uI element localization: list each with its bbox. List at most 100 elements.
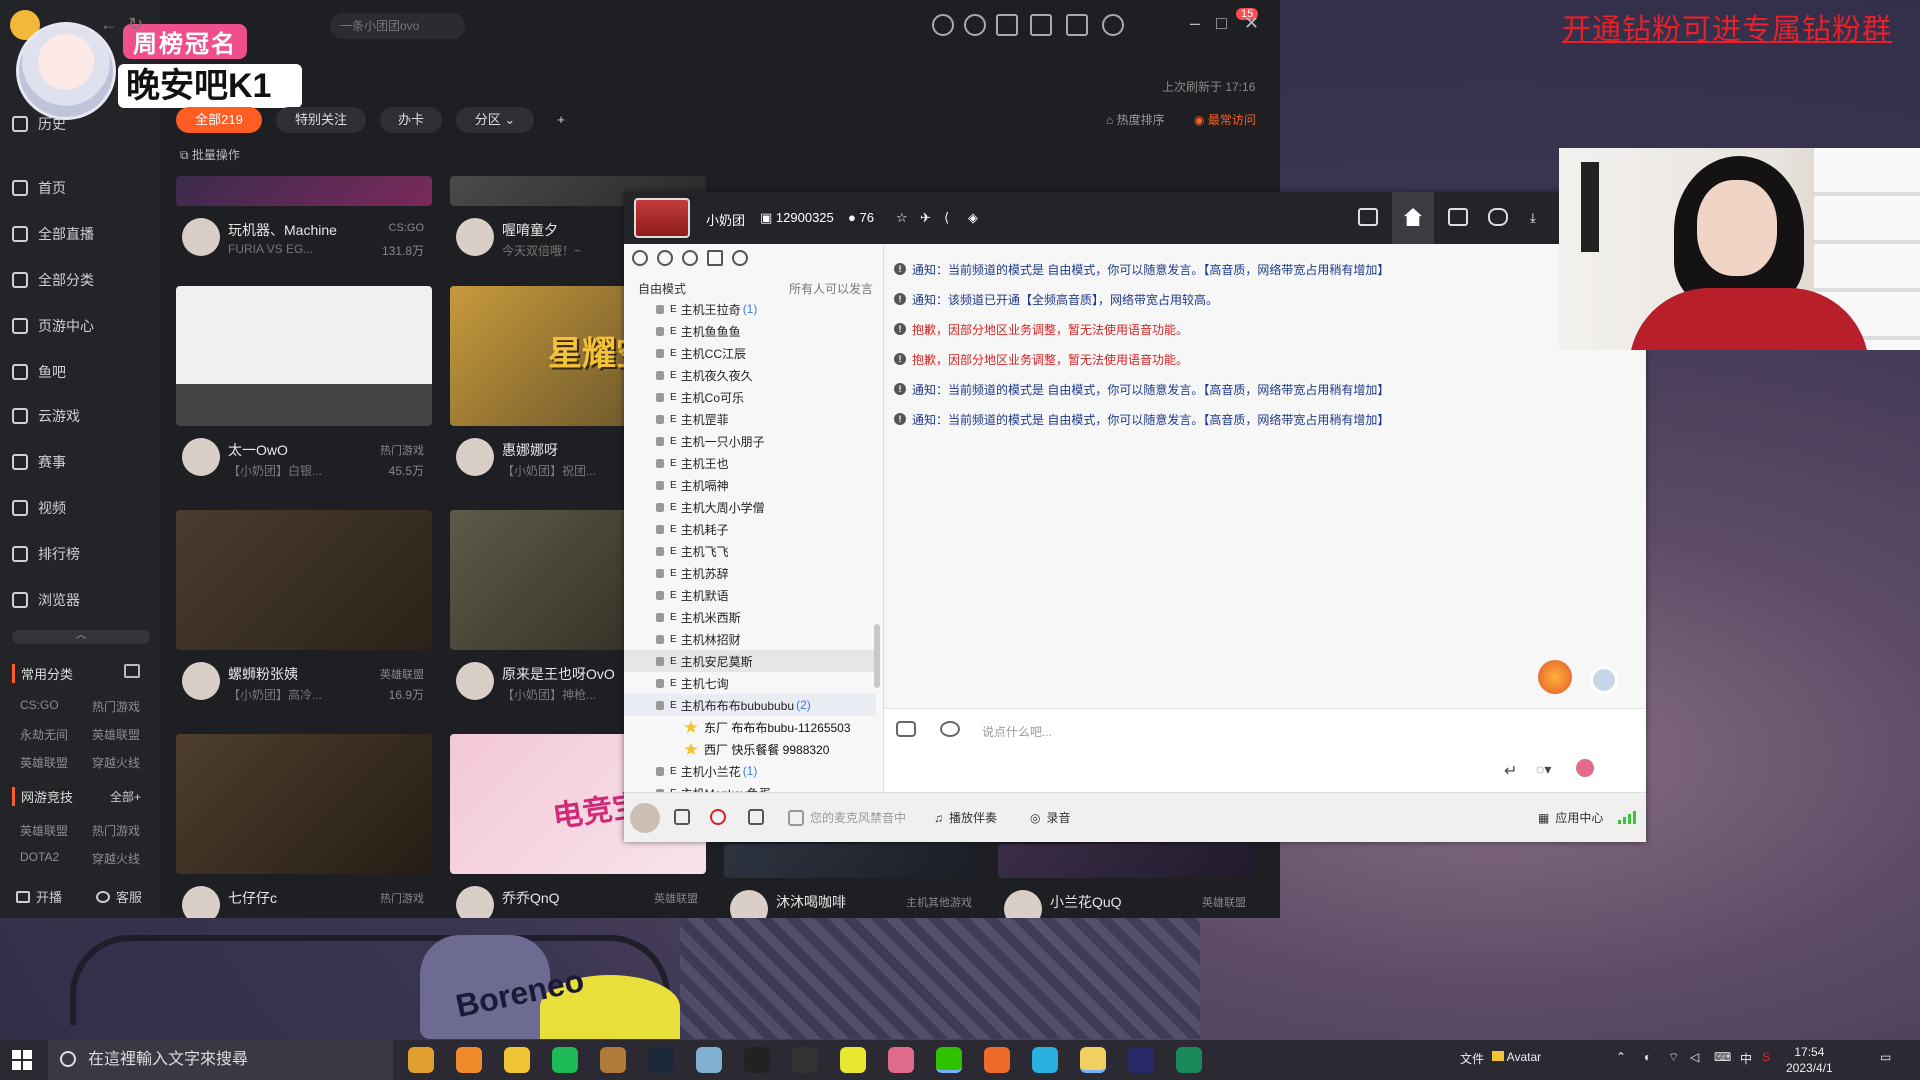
sub-channel[interactable]: E 主机罡菲 bbox=[624, 408, 876, 430]
stream-thumbnail[interactable] bbox=[724, 844, 980, 878]
netgame-all-link[interactable]: 全部+ bbox=[110, 788, 141, 805]
plane-icon[interactable]: ✈ bbox=[920, 210, 931, 226]
file-explorer-icon[interactable] bbox=[504, 1047, 530, 1073]
netgame-cat[interactable]: 英雄联盟 bbox=[20, 822, 68, 839]
list-icon[interactable] bbox=[1448, 208, 1468, 226]
taskbar-search[interactable]: 在這裡輸入文字來搜尋 bbox=[48, 1040, 393, 1080]
sub-channel[interactable]: E 主机默语 bbox=[624, 584, 876, 606]
channel-member[interactable]: 西厂 快乐餐餐 9988320 bbox=[624, 738, 876, 760]
douyu-app-icon[interactable] bbox=[456, 1047, 482, 1073]
app-icon[interactable] bbox=[888, 1047, 914, 1073]
streamer-avatar[interactable] bbox=[182, 886, 220, 918]
stream-thumbnail[interactable] bbox=[176, 176, 432, 206]
gamepad-icon[interactable] bbox=[1488, 208, 1508, 226]
task-icon[interactable] bbox=[996, 14, 1018, 36]
sub-channel[interactable]: E 主机布布布bubububu (2) bbox=[624, 694, 876, 716]
location-icon[interactable] bbox=[682, 250, 698, 266]
stream-thumbnail[interactable] bbox=[176, 286, 432, 426]
support-button[interactable]: 客服 bbox=[96, 887, 142, 906]
volume-icon[interactable]: ◁ bbox=[1690, 1050, 1699, 1064]
sub-channel[interactable]: E 主机大周小学僧 bbox=[624, 496, 876, 518]
streamer-avatar[interactable] bbox=[1004, 890, 1042, 918]
home-icon[interactable] bbox=[1392, 192, 1434, 244]
obs-icon[interactable] bbox=[792, 1047, 818, 1073]
app-icon[interactable] bbox=[1176, 1047, 1202, 1073]
equalizer-icon[interactable] bbox=[748, 809, 764, 825]
shield-icon[interactable]: ◈ bbox=[968, 210, 978, 226]
shirt-icon[interactable] bbox=[1030, 14, 1052, 36]
edit-icon[interactable] bbox=[124, 664, 140, 678]
netgame-cat[interactable]: 热门游戏 bbox=[92, 822, 140, 839]
sub-channel[interactable]: E 主机安尼莫斯 bbox=[624, 650, 876, 672]
tray-file-label[interactable]: 文件 bbox=[1460, 1050, 1484, 1067]
sidebar-item-fish-bar[interactable]: 鱼吧 bbox=[12, 360, 152, 384]
channel-member[interactable]: 东厂 布布布bubu-11265503 bbox=[624, 716, 876, 738]
tab-zone[interactable]: 分区 ⌄ bbox=[456, 107, 534, 133]
download-icon[interactable]: ⤓ bbox=[1530, 210, 1536, 226]
streamer-name[interactable]: 喔唷童夕 bbox=[502, 220, 558, 240]
minimize-icon[interactable]: – bbox=[1190, 13, 1200, 34]
streamer-name[interactable]: 沐沐喝咖啡 bbox=[776, 892, 846, 912]
sidebar-item-video[interactable]: 视频 bbox=[12, 496, 152, 520]
notes-icon[interactable] bbox=[707, 250, 723, 266]
app-center-button[interactable]: ▦ 应用中心 bbox=[1538, 809, 1603, 826]
channel-scrollbar[interactable] bbox=[874, 624, 880, 688]
sidebar-item-web-game[interactable]: 页游中心 bbox=[12, 314, 152, 338]
osu-icon[interactable] bbox=[840, 1047, 866, 1073]
sub-channel[interactable]: E 主机CC江辰 bbox=[624, 342, 876, 364]
terminal-icon[interactable] bbox=[744, 1047, 770, 1073]
share-icon[interactable]: ⟨ bbox=[944, 210, 949, 226]
streamer-avatar[interactable] bbox=[730, 890, 768, 918]
ime-indicator[interactable]: 中 bbox=[1740, 1050, 1752, 1067]
sub-channel[interactable]: E 主机王拉奇 (1) bbox=[624, 298, 876, 320]
wifi-icon[interactable]: ⌔ bbox=[1668, 1050, 1679, 1065]
message-icon[interactable] bbox=[1066, 14, 1088, 36]
streamer-avatar[interactable] bbox=[182, 438, 220, 476]
sub-channel[interactable]: E 主机飞飞 bbox=[624, 540, 876, 562]
user-icon[interactable] bbox=[632, 250, 648, 266]
netgame-cat[interactable]: 穿越火线 bbox=[92, 850, 140, 867]
tab-special[interactable]: 特别关注 bbox=[276, 107, 366, 133]
streamer-avatar[interactable] bbox=[456, 438, 494, 476]
gamepad-icon[interactable] bbox=[896, 721, 916, 737]
gear-icon[interactable] bbox=[1590, 666, 1618, 694]
common-cat[interactable]: 热门游戏 bbox=[92, 698, 140, 715]
stream-thumbnail[interactable] bbox=[176, 734, 432, 874]
streamer-name[interactable]: 太一OwO bbox=[228, 440, 288, 460]
chat-input[interactable]: 说点什么吧... bbox=[982, 723, 1052, 740]
notification-icon[interactable]: ▭ bbox=[1880, 1050, 1891, 1064]
settings-icon[interactable] bbox=[1102, 14, 1124, 36]
app-icon[interactable] bbox=[600, 1047, 626, 1073]
sub-channel[interactable]: E 主机耗子 bbox=[624, 518, 876, 540]
stream-thumbnail[interactable] bbox=[998, 844, 1254, 878]
sub-channel[interactable]: E 主机米西斯 bbox=[624, 606, 876, 628]
back-icon[interactable]: ← bbox=[100, 14, 118, 35]
tab-card[interactable]: 办卡 bbox=[380, 107, 442, 133]
stream-thumbnail[interactable] bbox=[176, 510, 432, 650]
chrome-icon[interactable] bbox=[408, 1047, 434, 1073]
streamer-name[interactable]: 玩机器、Machine bbox=[228, 220, 337, 240]
enter-icon[interactable]: ↵ bbox=[1504, 761, 1517, 781]
speaker-icon[interactable] bbox=[674, 809, 690, 825]
sort-heat-link[interactable]: ⌂ 热度排序 bbox=[1106, 111, 1165, 128]
sub-channel[interactable]: E 主机嗝神 bbox=[624, 474, 876, 496]
steam-icon[interactable] bbox=[648, 1047, 674, 1073]
group-logo[interactable] bbox=[634, 198, 690, 238]
stream-card[interactable]: 小兰花QuQ 英雄联盟 bbox=[998, 844, 1254, 918]
sidebar-item-home[interactable]: 首页 bbox=[12, 176, 152, 200]
common-cat[interactable]: 英雄联盟 bbox=[92, 726, 140, 743]
mic-muted-icon[interactable] bbox=[710, 809, 726, 825]
windows-start-icon[interactable] bbox=[12, 1050, 32, 1070]
sort-recent-link[interactable]: ◉ 最常访问 bbox=[1194, 111, 1256, 128]
search-icon[interactable] bbox=[732, 250, 748, 266]
qq-icon[interactable] bbox=[1032, 1047, 1058, 1073]
streamer-avatar[interactable] bbox=[182, 218, 220, 256]
emoji-icon[interactable] bbox=[940, 721, 960, 737]
stream-card[interactable]: 七仔仔c 热门游戏 bbox=[176, 734, 432, 918]
sidebar-item-cloud-game[interactable]: 云游戏 bbox=[12, 404, 152, 428]
netgame-cat[interactable]: DOTA2 bbox=[20, 850, 59, 864]
sub-channel[interactable]: E 主机王也 bbox=[624, 452, 876, 474]
network-icon[interactable]: ◐ bbox=[1644, 1050, 1651, 1064]
flower-icon[interactable] bbox=[1576, 759, 1594, 777]
streamer-avatar[interactable] bbox=[456, 662, 494, 700]
